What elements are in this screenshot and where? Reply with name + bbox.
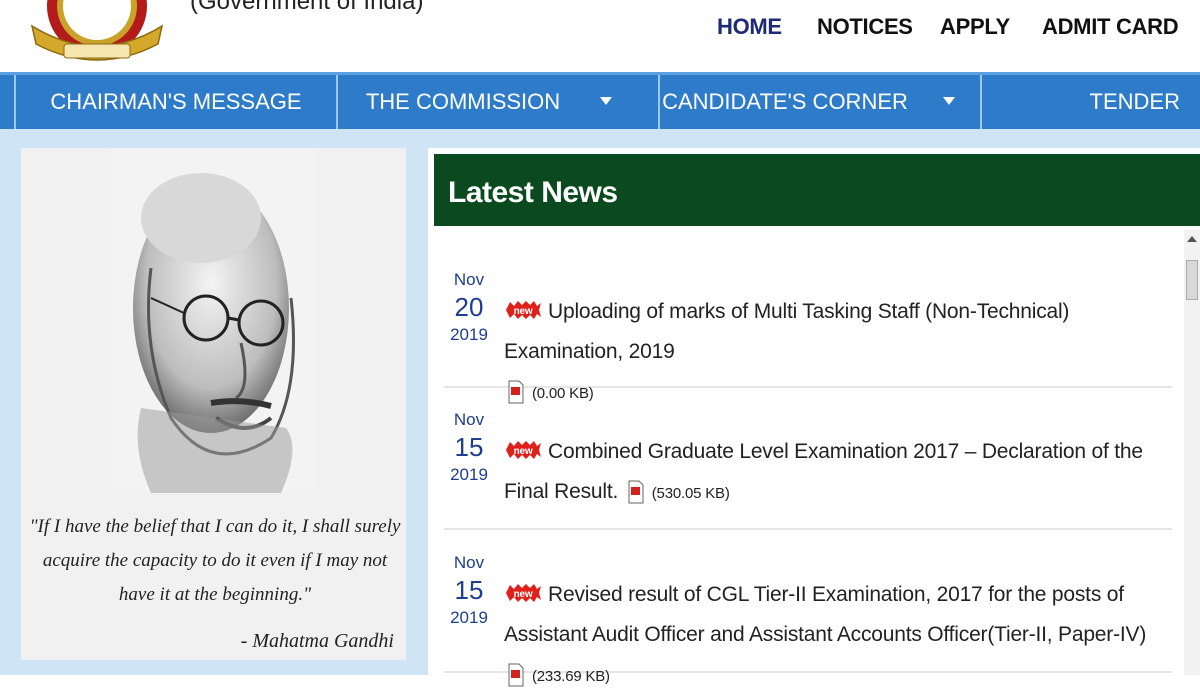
site-header: (Government of India) HOME NOTICES APPLY… <box>0 0 1200 72</box>
news-item: Nov 20 2019 new Uploading of marks of Mu… <box>444 270 1172 404</box>
date-year: 2019 <box>450 325 488 344</box>
menu-label: THE COMMISSION <box>365 89 561 114</box>
news-item: Nov 15 2019 new Revised result of CGL Ti… <box>444 553 1172 687</box>
news-item-content: new Revised result of CGL Tier-II Examin… <box>504 575 1164 697</box>
quote-text: "If I have the belief that I can do it, … <box>29 516 401 605</box>
date-day: 20 <box>454 292 484 322</box>
pdf-icon[interactable] <box>508 380 524 404</box>
new-badge-icon: new <box>506 441 541 459</box>
news-header: Latest News <box>434 154 1200 226</box>
pdf-icon[interactable] <box>628 480 644 504</box>
date-month: Nov <box>453 270 485 289</box>
menu-label: CANDIDATE'S CORNER <box>662 89 908 114</box>
news-item-content: new Uploading of marks of Multi Tasking … <box>504 292 1164 414</box>
news-link[interactable]: Revised result of CGL Tier-II Examinatio… <box>504 583 1146 646</box>
latest-news-panel: Latest News Nov 20 2019 new Uploading of… <box>428 148 1200 687</box>
menu-the-commission[interactable]: THE COMMISSION <box>336 75 658 129</box>
file-size: (530.05 KB) <box>651 485 730 502</box>
news-title: Latest News <box>448 176 618 209</box>
scroll-up-arrow-icon[interactable] <box>1187 236 1197 242</box>
news-item-content: new Combined Graduate Level Examination … <box>504 432 1164 514</box>
file-size: (233.69 KB) <box>532 668 610 685</box>
main-menu-bar: CHAIRMAN'S MESSAGE THE COMMISSION CANDID… <box>0 72 1200 129</box>
news-link[interactable]: Uploading of marks of Multi Tasking Staf… <box>504 300 1069 363</box>
news-date: Nov 15 2019 <box>444 553 494 628</box>
quote-panel: "If I have the belief that I can do it, … <box>21 148 406 660</box>
menu-chairmans-message[interactable]: CHAIRMAN'S MESSAGE <box>14 75 336 129</box>
government-title: (Government of India) <box>190 0 424 15</box>
file-size: (0.00 KB) <box>532 385 594 402</box>
nav-notices-link[interactable]: NOTICES <box>817 14 913 40</box>
news-scrollbar[interactable] <box>1184 230 1200 675</box>
menu-candidates-corner[interactable]: CANDIDATE'S CORNER <box>658 75 980 129</box>
svg-text:new: new <box>514 306 533 317</box>
nav-decoration <box>735 0 1200 2</box>
menu-label: TENDER <box>1089 89 1180 114</box>
news-date: Nov 15 2019 <box>444 410 494 485</box>
news-link[interactable]: Combined Graduate Level Examination 2017… <box>504 440 1143 503</box>
svg-text:new: new <box>514 446 533 457</box>
svg-text:new: new <box>514 589 533 600</box>
date-year: 2019 <box>450 465 488 484</box>
gandhi-portrait <box>111 148 316 493</box>
new-badge-icon: new <box>506 584 541 602</box>
date-day: 15 <box>454 432 484 462</box>
date-day: 15 <box>454 575 484 605</box>
nav-admit-card-link[interactable]: ADMIT CARD <box>1042 14 1179 40</box>
news-date: Nov 20 2019 <box>444 270 494 345</box>
new-badge-icon: new <box>506 301 541 319</box>
date-month: Nov <box>453 553 485 572</box>
date-year: 2019 <box>450 608 488 627</box>
nav-home-link[interactable]: HOME <box>717 14 782 40</box>
scrollbar-thumb[interactable] <box>1186 260 1198 300</box>
date-month: Nov <box>453 410 485 429</box>
ssc-emblem-icon[interactable] <box>22 0 172 66</box>
menu-tender[interactable]: TENDER <box>980 75 1200 129</box>
quote-author: - Mahatma Gandhi <box>240 630 394 652</box>
nav-apply-link[interactable]: APPLY <box>940 14 1010 40</box>
news-item: Nov 15 2019 new Combined Graduate Level … <box>444 410 1172 530</box>
pdf-icon[interactable] <box>508 663 524 687</box>
chevron-down-icon <box>943 97 955 105</box>
menu-label: CHAIRMAN'S MESSAGE <box>50 89 302 114</box>
chevron-down-icon <box>600 97 612 105</box>
